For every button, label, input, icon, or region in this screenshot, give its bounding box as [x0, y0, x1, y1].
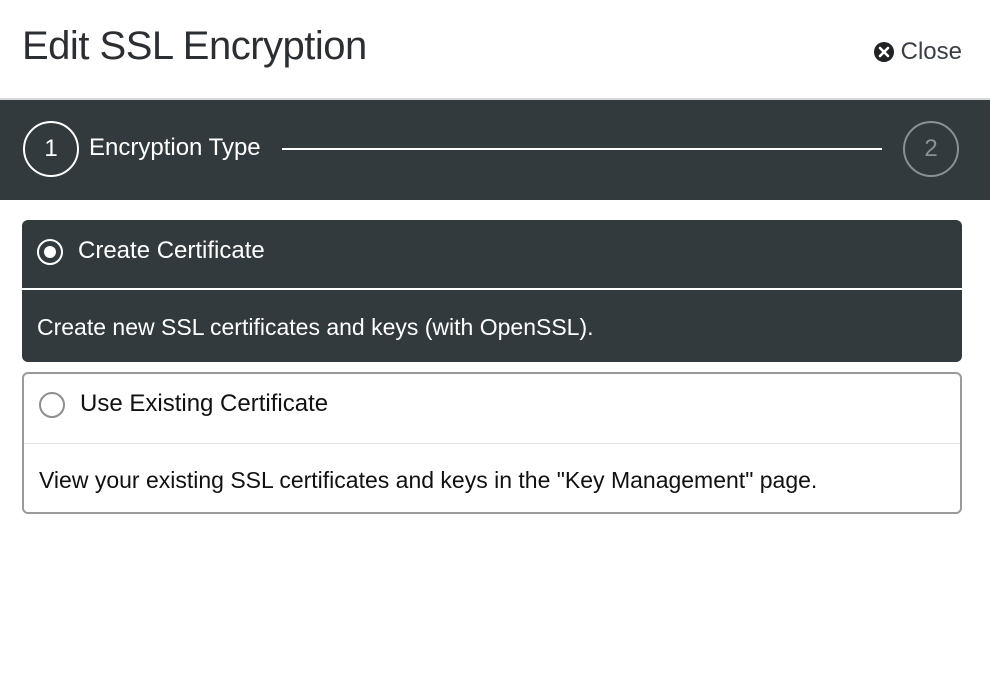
- step-1-indicator: 1: [23, 121, 79, 177]
- ssl-encryption-dialog: Edit SSL Encryption Close 1 Encryption T…: [0, 0, 990, 700]
- wizard-stepper: 1 Encryption Type 2: [0, 100, 990, 200]
- dialog-title: Edit SSL Encryption: [22, 24, 367, 68]
- option-description: View your existing SSL certificates and …: [39, 467, 818, 493]
- option-title[interactable]: Create Certificate: [78, 237, 265, 265]
- option-header[interactable]: Use Existing Certificate: [24, 374, 960, 444]
- radio-create-certificate[interactable]: [37, 239, 63, 265]
- radio-use-existing-certificate[interactable]: [39, 392, 65, 418]
- option-use-existing-certificate[interactable]: Use Existing Certificate View your exist…: [22, 372, 962, 514]
- dialog-header: Edit SSL Encryption Close: [0, 0, 990, 100]
- step-1-label: Encryption Type: [89, 134, 261, 161]
- option-description: Create new SSL certificates and keys (wi…: [37, 314, 594, 340]
- close-label[interactable]: Close: [901, 38, 962, 66]
- option-create-certificate[interactable]: Create Certificate Create new SSL certif…: [22, 220, 962, 362]
- option-header[interactable]: Create Certificate: [22, 220, 962, 290]
- close-button[interactable]: Close: [873, 38, 962, 66]
- step-2-indicator: 2: [903, 121, 959, 177]
- option-title[interactable]: Use Existing Certificate: [80, 390, 328, 418]
- close-icon[interactable]: [873, 41, 895, 63]
- step-connector-line: [282, 148, 882, 150]
